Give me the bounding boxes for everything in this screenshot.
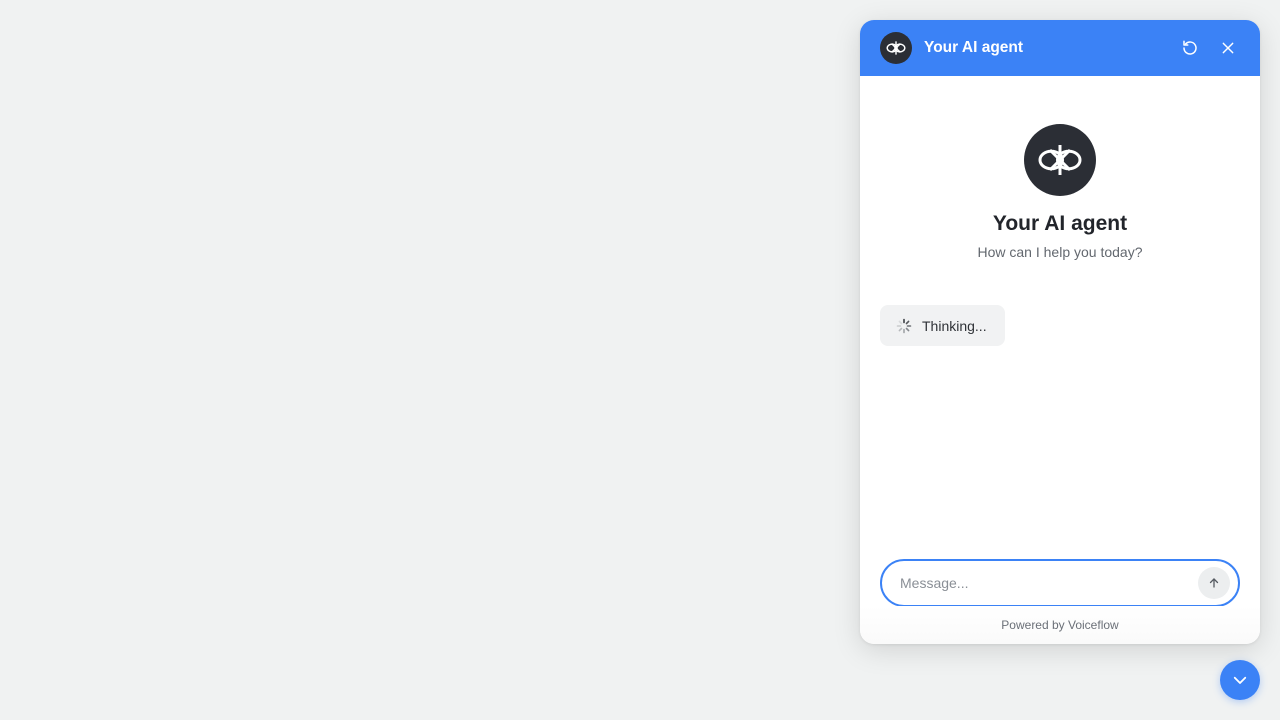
voiceflow-logo-icon [1038,145,1082,175]
agent-name: Your AI agent [992,212,1128,235]
message-composer [880,559,1240,607]
powered-by-footer: Powered by Voiceflow [860,606,1260,644]
agent-greeting: How can I help you today? [977,244,1143,260]
agent-avatar [1024,124,1096,196]
close-icon[interactable] [1216,36,1240,60]
chat-header: Your AI agent [860,20,1260,76]
header-title: Your AI agent [924,39,1024,56]
spinner-icon [896,318,912,333]
voiceflow-logo-icon [880,32,912,64]
chat-body: Your AI agent How can I help you today? … [860,76,1260,644]
thinking-indicator: Thinking... [880,305,1005,346]
chevron-down-icon [1233,676,1247,684]
thinking-text: Thinking... [922,317,987,334]
restart-icon[interactable] [1178,36,1202,60]
message-input[interactable] [900,575,1198,591]
arrow-up-icon [1209,578,1219,588]
send-button[interactable] [1198,567,1230,599]
agent-intro: Your AI agent How can I help you today? [860,76,1260,260]
chat-launcher-button[interactable] [1220,660,1260,700]
chat-widget: Your AI agent Your AI agent How can I he… [860,20,1260,644]
powered-by-text: Powered by Voiceflow [1001,618,1119,632]
